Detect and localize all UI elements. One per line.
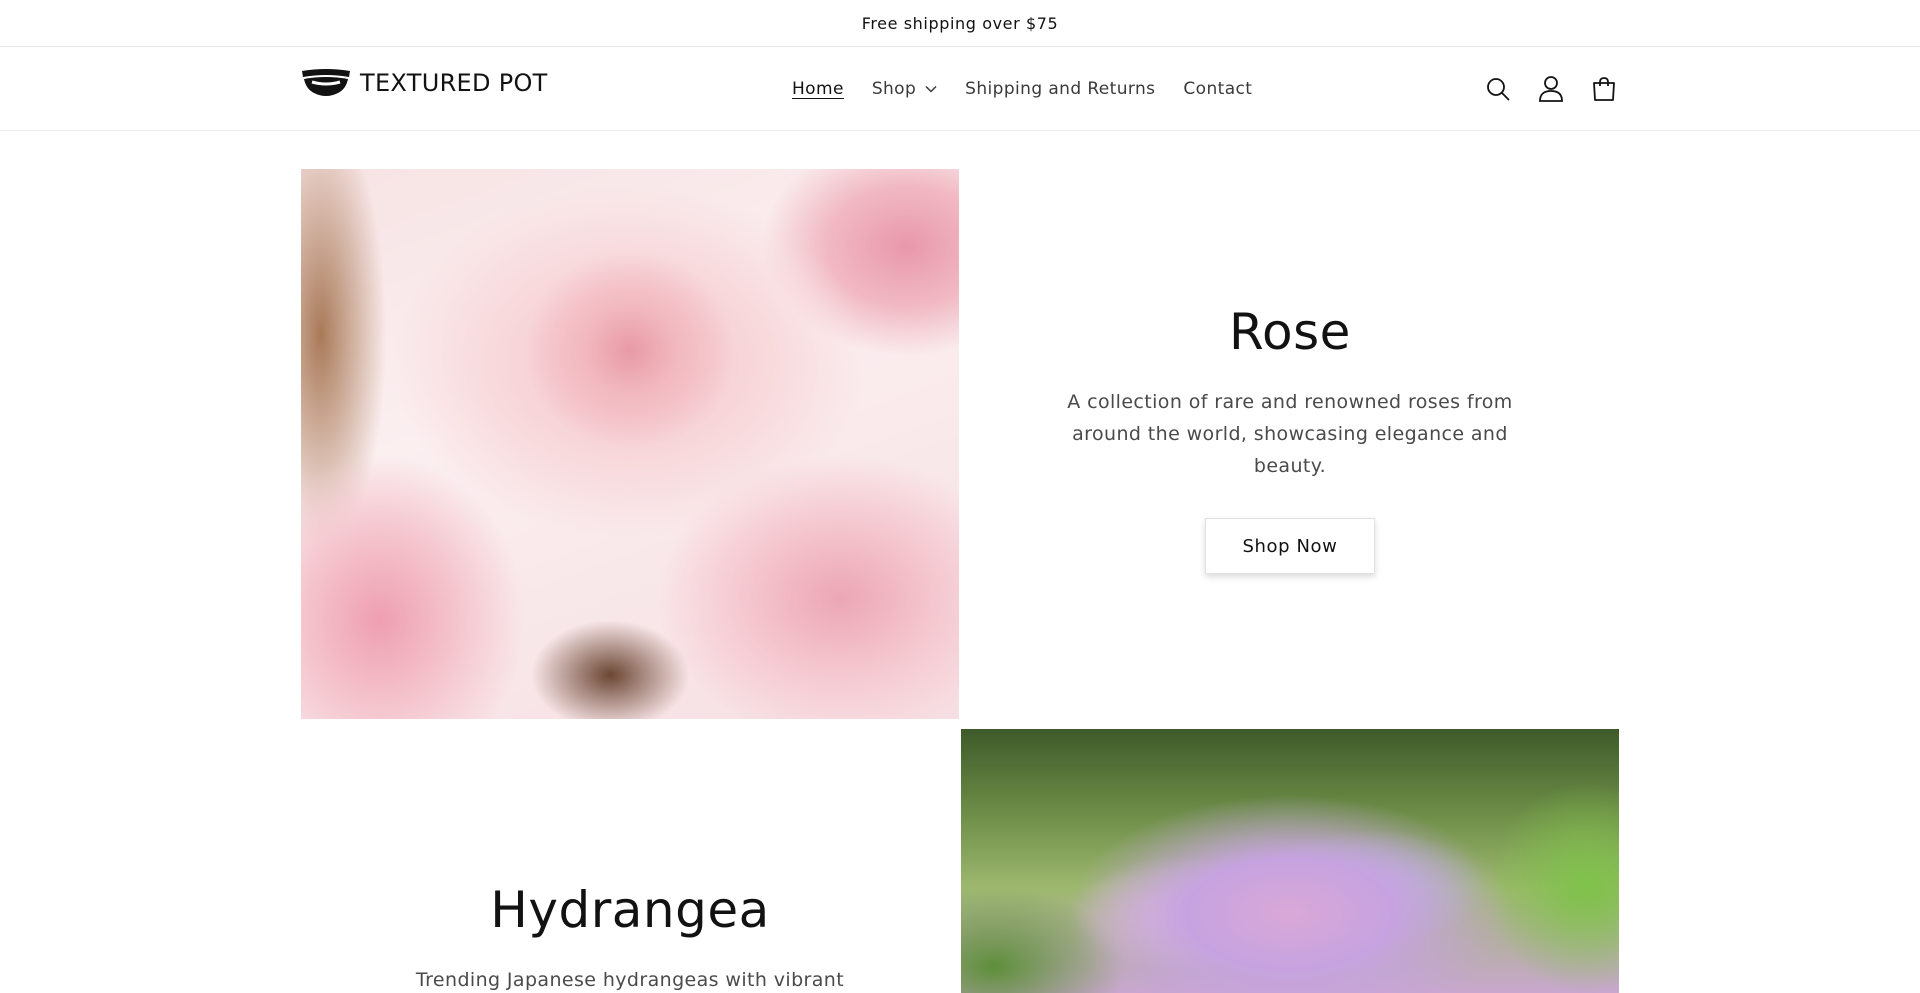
rose-title: Rose <box>1229 303 1351 361</box>
rose-collection-text: Rose A collection of rare and renowned r… <box>1050 300 1530 574</box>
hydrangea-title: Hydrangea <box>490 881 770 939</box>
nav-home-label: Home <box>792 79 844 99</box>
chevron-down-icon <box>925 85 937 93</box>
announcement-text: Free shipping over $75 <box>861 13 1059 33</box>
search-button[interactable] <box>1476 69 1520 109</box>
logo-text: TEXTURED POT <box>360 69 548 97</box>
header-icons <box>1476 69 1635 109</box>
rose-image <box>301 169 959 719</box>
hydrangea-collection-text: Hydrangea Trending Japanese hydrangeas w… <box>390 878 870 993</box>
nav-shipping-returns[interactable]: Shipping and Returns <box>951 73 1169 105</box>
hydrangea-image <box>961 729 1619 993</box>
search-icon <box>1487 78 1510 101</box>
pot-logo-icon <box>302 69 350 96</box>
nav-contact-label: Contact <box>1183 79 1253 99</box>
nav-shop[interactable]: Shop <box>858 73 951 105</box>
hydrangea-description: Trending Japanese hydrangeas with vibran… <box>415 969 845 991</box>
nav-shipping-label: Shipping and Returns <box>965 79 1156 99</box>
main-nav: Home Shop Shipping and Returns Contact <box>778 73 1266 105</box>
announcement-bar: Free shipping over $75 <box>0 0 1920 47</box>
logo[interactable]: TEXTURED POT <box>300 65 548 101</box>
account-icon <box>1539 76 1563 102</box>
nav-shop-label: Shop <box>871 79 917 99</box>
account-button[interactable] <box>1529 69 1573 109</box>
nav-contact[interactable]: Contact <box>1169 73 1266 105</box>
rose-shop-now-button[interactable]: Shop Now <box>1205 518 1375 574</box>
site-header: TEXTURED POT Home Shop Shipping and Retu… <box>0 47 1920 131</box>
nav-home[interactable]: Home <box>778 73 858 105</box>
cart-icon <box>1593 77 1615 101</box>
rose-description: A collection of rare and renowned roses … <box>1067 391 1513 477</box>
cart-button[interactable] <box>1582 69 1626 109</box>
